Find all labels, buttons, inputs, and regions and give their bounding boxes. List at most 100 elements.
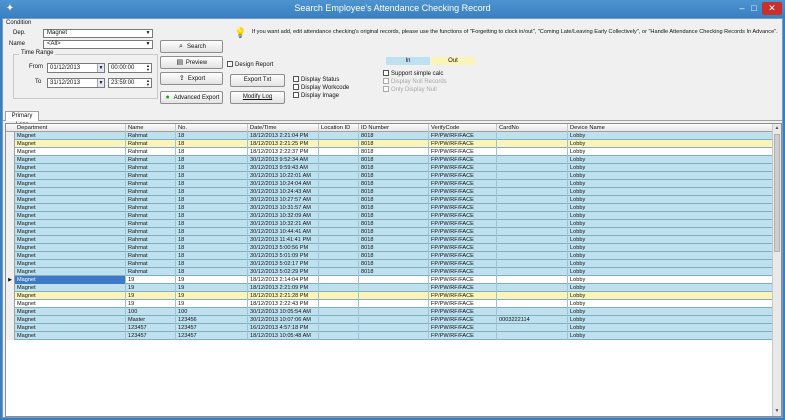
cell-department[interactable]: Magnet [15,148,126,156]
cell-cardno[interactable] [497,180,568,188]
col-header-location-id[interactable]: Location ID [319,124,359,132]
dept-combo[interactable]: Magnet ▼ [43,29,153,38]
cell-device-name[interactable]: Lobby [568,324,773,332]
cell-datetime[interactable]: 30/12/2013 9:52:34 AM [248,156,319,164]
cell-datetime[interactable]: 30/12/2013 5:01:09 PM [248,252,319,260]
calendar-dropdown-icon[interactable]: ▼ [97,64,104,72]
cell-device-name[interactable]: Lobby [568,188,773,196]
cell-location-id[interactable] [319,140,359,148]
cell-id-number[interactable] [359,308,429,316]
cell-device-name[interactable]: Lobby [568,220,773,228]
cell-cardno[interactable] [497,132,568,140]
col-header-verifycode[interactable]: VerifyCode [429,124,497,132]
row-selector[interactable]: ▶ [6,276,15,284]
from-date-picker[interactable]: 01/12/2013 ▼ [47,63,105,73]
cell-name[interactable]: Rahmat [126,244,176,252]
cell-datetime[interactable]: 30/12/2013 10:05:54 AM [248,308,319,316]
cell-id-number[interactable]: 8018 [359,164,429,172]
cell-department[interactable]: Magnet [15,180,126,188]
cell-device-name[interactable]: Lobby [568,180,773,188]
cell-datetime[interactable]: 30/12/2013 10:24:43 AM [248,188,319,196]
cell-verifycode[interactable]: FP/PW/RF/FACE [429,212,497,220]
cell-no[interactable]: 123456 [176,316,248,324]
cell-name[interactable]: Rahmat [126,132,176,140]
cell-device-name[interactable]: Lobby [568,172,773,180]
cell-name[interactable]: Rahmat [126,172,176,180]
cell-id-number[interactable]: 8018 [359,148,429,156]
scroll-thumb[interactable] [774,134,780,252]
cell-device-name[interactable]: Lobby [568,212,773,220]
cell-verifycode[interactable]: FP/PW/RF/FACE [429,308,497,316]
cell-location-id[interactable] [319,236,359,244]
export-button[interactable]: ⇪ Export [160,72,223,85]
cell-department[interactable]: Magnet [15,316,126,324]
cell-id-number[interactable]: 8018 [359,244,429,252]
row-selector[interactable] [6,316,15,324]
table-row[interactable]: Magnet Rahmat 18 30/12/2013 10:32:21 AM 8018… [6,220,773,228]
cell-device-name[interactable]: Lobby [568,268,773,276]
cell-location-id[interactable] [319,252,359,260]
cell-location-id[interactable] [319,180,359,188]
cell-department[interactable]: Magnet [15,236,126,244]
cell-device-name[interactable]: Lobby [568,148,773,156]
cell-cardno[interactable] [497,252,568,260]
table-row[interactable]: Magnet Rahmat 18 30/12/2013 5:02:17 PM 8018 F… [6,260,773,268]
cell-location-id[interactable] [319,332,359,340]
table-row[interactable]: Magnet Rahmat 18 30/12/2013 10:24:04 AM 8018… [6,180,773,188]
cell-cardno[interactable] [497,244,568,252]
modify-log-button[interactable]: Modify Log [230,91,285,104]
cell-name[interactable]: Rahmat [126,188,176,196]
cell-verifycode[interactable]: FP/PW/RF/FACE [429,220,497,228]
cell-department[interactable]: Magnet [15,244,126,252]
cell-name[interactable]: Rahmat [126,156,176,164]
cell-datetime[interactable]: 18/12/2013 10:05:48 AM [248,332,319,340]
cell-device-name[interactable]: Lobby [568,276,773,284]
row-selector[interactable] [6,164,15,172]
cell-name[interactable]: Rahmat [126,204,176,212]
row-selector[interactable] [6,268,15,276]
cell-id-number[interactable]: 8018 [359,132,429,140]
cell-verifycode[interactable]: FP/PW/RF/FACE [429,260,497,268]
cell-verifycode[interactable]: FP/PW/RF/FACE [429,324,497,332]
cell-id-number[interactable] [359,316,429,324]
cell-id-number[interactable]: 8018 [359,204,429,212]
cell-id-number[interactable]: 8018 [359,268,429,276]
col-header-name[interactable]: Name [126,124,176,132]
cell-department[interactable]: Magnet [15,140,126,148]
cell-cardno[interactable] [497,156,568,164]
cell-verifycode[interactable]: FP/PW/RF/FACE [429,244,497,252]
cell-no[interactable]: 19 [176,300,248,308]
cell-no[interactable]: 18 [176,236,248,244]
cell-device-name[interactable]: Lobby [568,140,773,148]
cell-department[interactable]: Magnet [15,276,126,284]
cell-location-id[interactable] [319,260,359,268]
cell-department[interactable]: Magnet [15,156,126,164]
cell-location-id[interactable] [319,156,359,164]
cell-cardno[interactable] [497,276,568,284]
cell-verifycode[interactable]: FP/PW/RF/FACE [429,204,497,212]
cell-verifycode[interactable]: FP/PW/RF/FACE [429,132,497,140]
cell-cardno[interactable] [497,260,568,268]
cell-department[interactable]: Magnet [15,172,126,180]
row-selector[interactable] [6,180,15,188]
cell-location-id[interactable] [319,132,359,140]
cell-no[interactable]: 19 [176,284,248,292]
cell-department[interactable]: Magnet [15,268,126,276]
cell-cardno[interactable] [497,196,568,204]
cell-name[interactable]: 19 [126,284,176,292]
table-row[interactable]: Magnet Rahmat 18 30/12/2013 10:32:09 AM 8018… [6,212,773,220]
cell-datetime[interactable]: 30/12/2013 5:02:29 PM [248,268,319,276]
cell-cardno[interactable] [497,308,568,316]
row-selector[interactable] [6,196,15,204]
cell-name[interactable]: Rahmat [126,220,176,228]
cell-datetime[interactable]: 30/12/2013 11:41:41 PM [248,236,319,244]
row-selector[interactable] [6,260,15,268]
row-selector[interactable] [6,308,15,316]
cell-name[interactable]: 19 [126,292,176,300]
cell-device-name[interactable]: Lobby [568,252,773,260]
cell-id-number[interactable]: 8018 [359,220,429,228]
table-row[interactable]: Magnet Rahmat 18 30/12/2013 5:02:29 PM 8018 F… [6,268,773,276]
cell-location-id[interactable] [319,324,359,332]
cell-name[interactable]: 123457 [126,324,176,332]
cell-device-name[interactable]: Lobby [568,164,773,172]
